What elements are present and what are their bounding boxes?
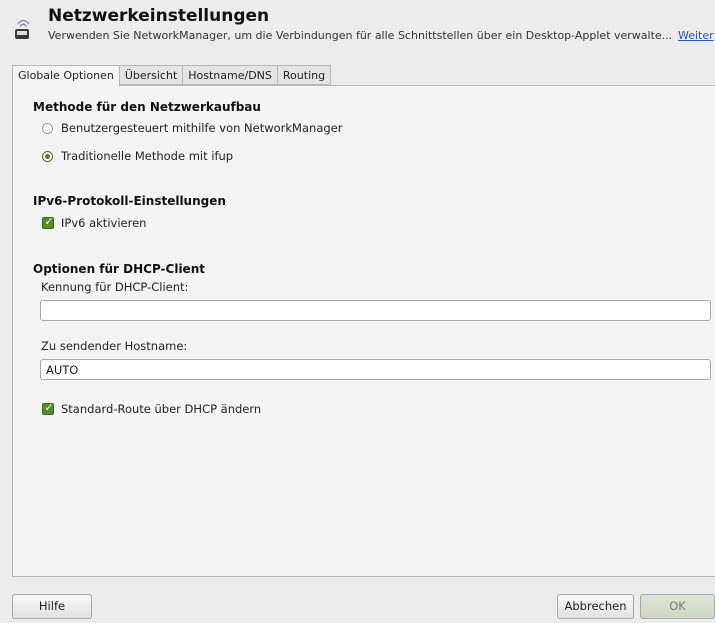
radio-indicator bbox=[42, 122, 53, 134]
radio-label: Traditionelle Methode mit ifup bbox=[61, 149, 234, 163]
tab-label: Hostname/DNS bbox=[188, 69, 272, 82]
ipv6-title: IPv6-Protokoll-Einstellungen bbox=[33, 194, 226, 208]
checkmark-icon: ✓ bbox=[44, 401, 54, 414]
ok-button[interactable]: OK bbox=[640, 594, 715, 619]
header-description: Verwenden Sie NetworkManager, um die Ver… bbox=[48, 29, 673, 42]
radio-indicator bbox=[42, 150, 53, 162]
dialog-header: Netzwerkeinstellungen Verwenden Sie Netw… bbox=[0, 0, 715, 52]
checkbox-label: IPv6 aktivieren bbox=[61, 216, 147, 230]
default-route-checkbox[interactable]: ✓ Standard-Route über DHCP ändern bbox=[42, 401, 262, 416]
tab-overview[interactable]: Übersicht bbox=[119, 65, 184, 85]
dhcp-title: Optionen für DHCP-Client bbox=[33, 262, 205, 276]
setup-method-title: Methode für den Netzwerkaufbau bbox=[33, 100, 261, 114]
dhcp-client-id-label: Kennung für DHCP-Client: bbox=[41, 280, 189, 294]
radio-ifup[interactable]: Traditionelle Methode mit ifup bbox=[42, 149, 233, 163]
hostname-label: Zu sendender Hostname: bbox=[41, 339, 188, 353]
page-title: Netzwerkeinstellungen bbox=[48, 6, 270, 26]
tab-label: Übersicht bbox=[124, 69, 178, 82]
tab-global-options[interactable]: Globale Optionen bbox=[12, 65, 120, 87]
cancel-button[interactable]: Abbrechen bbox=[557, 594, 634, 619]
tab-routing[interactable]: Routing bbox=[277, 65, 332, 85]
tab-bar: Globale Optionen Übersicht Hostname/DNS … bbox=[12, 65, 332, 87]
checkbox-indicator: ✓ bbox=[42, 215, 54, 229]
checkbox-label: Standard-Route über DHCP ändern bbox=[61, 402, 262, 416]
network-settings-icon bbox=[15, 19, 30, 39]
hostname-input[interactable] bbox=[40, 359, 711, 380]
checkbox-indicator: ✓ bbox=[42, 401, 54, 415]
help-button[interactable]: Hilfe bbox=[12, 594, 92, 619]
more-link[interactable]: Weiter bbox=[678, 29, 714, 42]
tab-panel: Methode für den Netzwerkaufbau Benutzerg… bbox=[12, 85, 715, 577]
tab-label: Globale Optionen bbox=[18, 69, 114, 82]
tab-hostname-dns[interactable]: Hostname/DNS bbox=[183, 65, 278, 85]
checkmark-icon: ✓ bbox=[44, 215, 54, 228]
tab-label: Routing bbox=[282, 69, 326, 82]
radio-networkmanager[interactable]: Benutzergesteuert mithilfe von NetworkMa… bbox=[42, 121, 342, 135]
radio-label: Benutzergesteuert mithilfe von NetworkMa… bbox=[61, 121, 343, 135]
ipv6-checkbox[interactable]: ✓ IPv6 aktivieren bbox=[42, 215, 147, 230]
dhcp-client-id-input[interactable] bbox=[40, 300, 711, 321]
